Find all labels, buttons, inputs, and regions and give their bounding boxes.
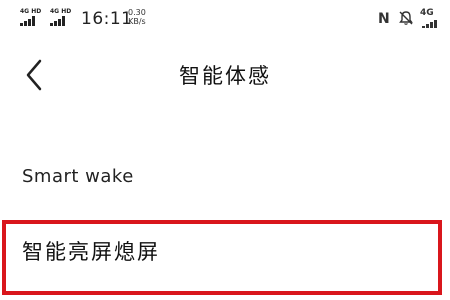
nfc-icon: N xyxy=(378,11,390,27)
speed-value: 0.30 xyxy=(128,8,146,17)
status-bar: 4G HD 4G HD 16:11 0.30 KB/s N 4G xyxy=(0,0,450,40)
status-right-icons: N 4G xyxy=(370,7,450,31)
smart-wake-item[interactable]: Smart wake xyxy=(0,160,450,200)
smart-screen-on-off-label: 智能亮屏熄屏 xyxy=(22,240,160,264)
sim2-signal: 4G HD xyxy=(50,8,74,26)
right-network-label: 4G xyxy=(420,8,434,18)
signal-bars-icon xyxy=(50,16,70,26)
speed-unit: KB/s xyxy=(128,17,146,26)
sim1-network-label: 4G HD xyxy=(20,8,42,15)
signal-icon xyxy=(422,20,440,28)
signal-bars-icon xyxy=(20,16,40,26)
status-time: 16:11 xyxy=(81,9,133,29)
smart-wake-label: Smart wake xyxy=(22,166,134,187)
mute-icon xyxy=(399,11,413,25)
page-title: 智能体感 xyxy=(179,64,271,88)
sim1-signal: 4G HD xyxy=(20,8,44,26)
network-speed: 0.30 KB/s xyxy=(128,8,146,26)
smart-screen-on-off-item[interactable]: 智能亮屏熄屏 xyxy=(0,226,450,286)
sim2-network-label: 4G HD xyxy=(50,8,72,15)
